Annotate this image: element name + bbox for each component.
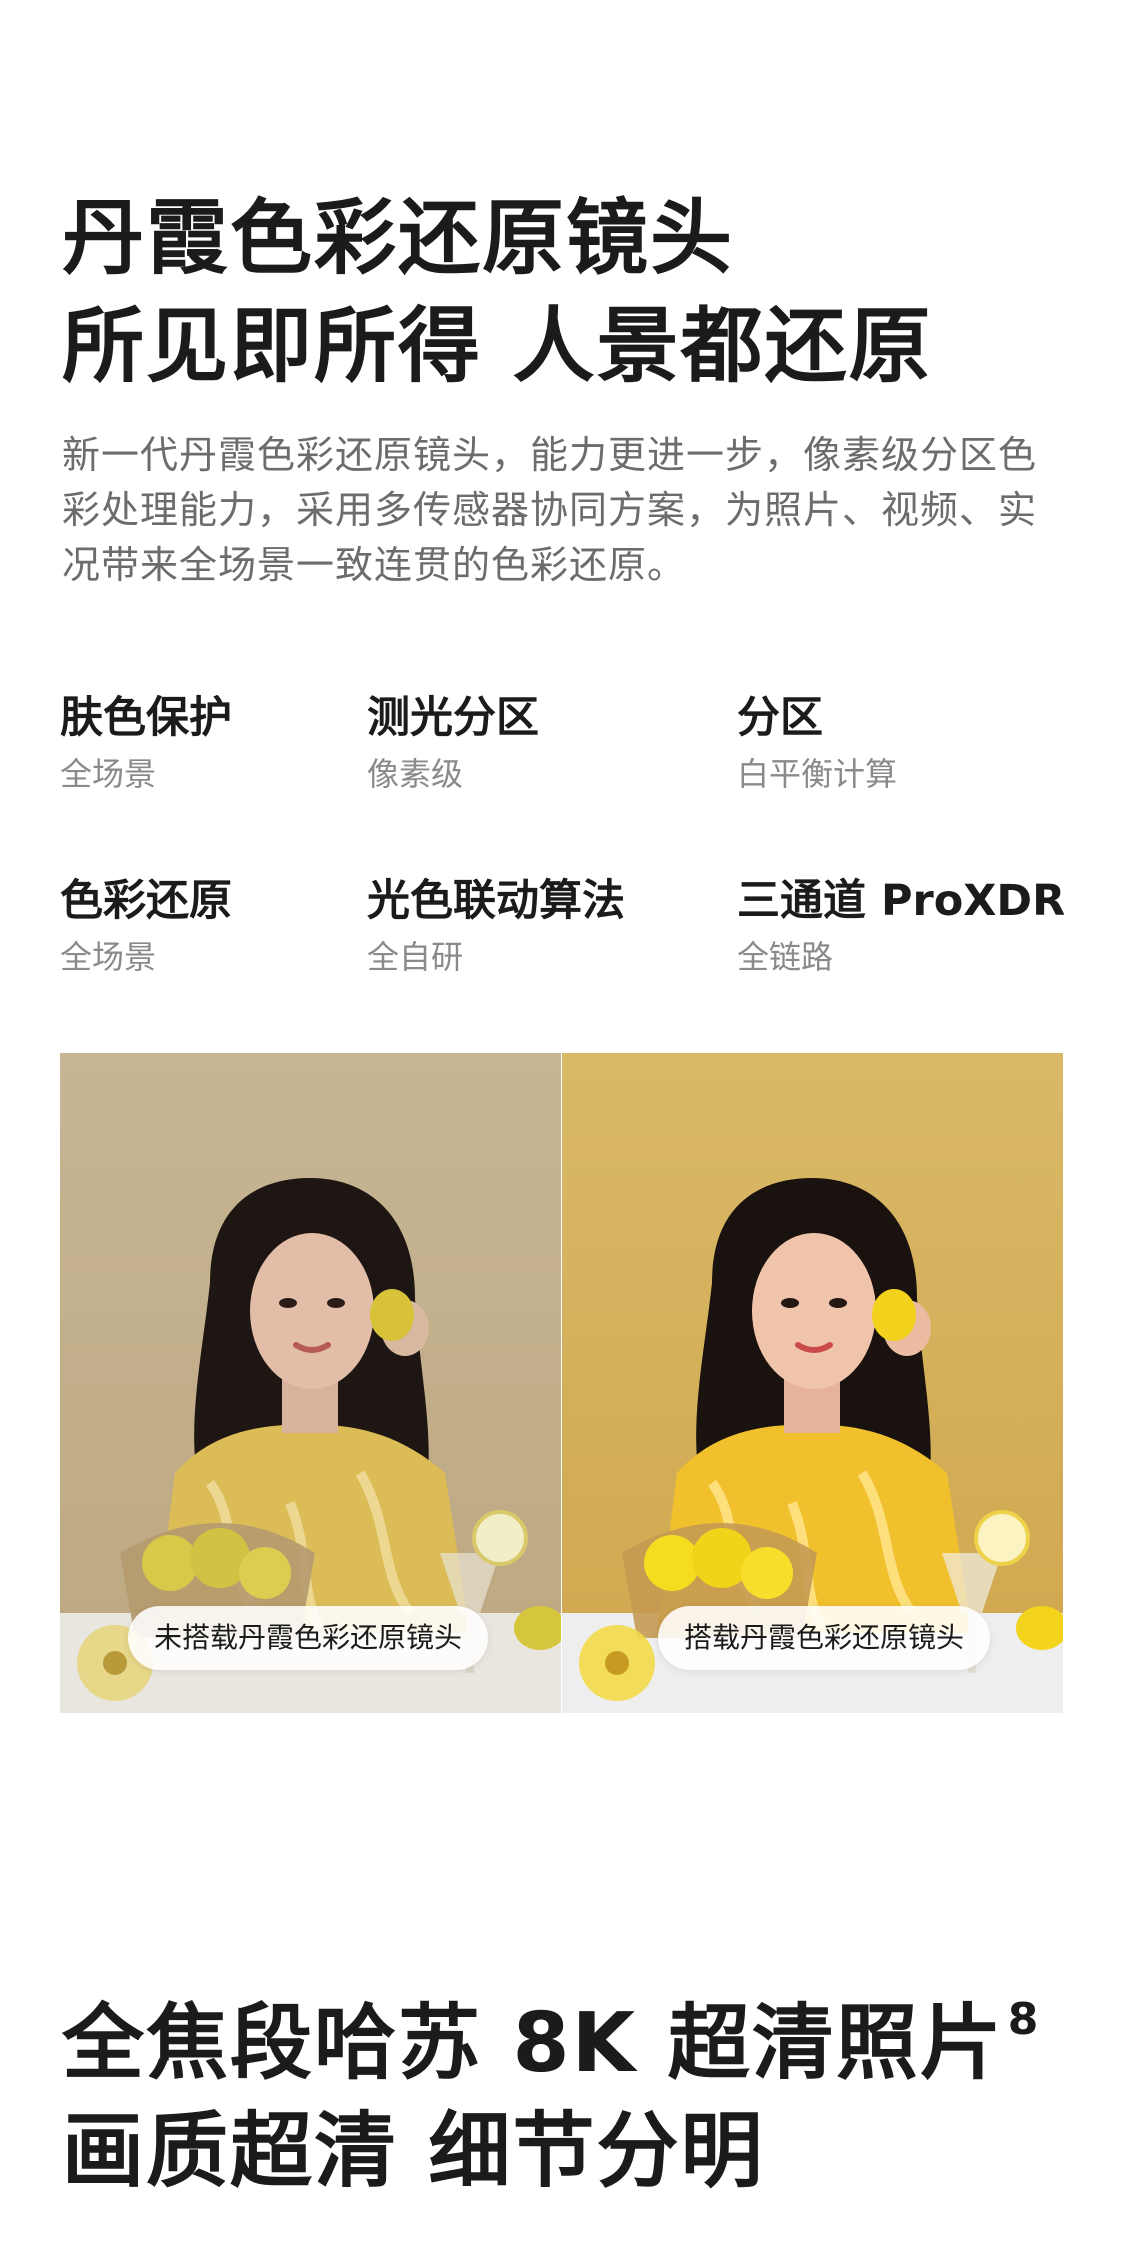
section-title-line1: 全焦段哈苏 8K 超清照片8 [62,1990,1040,2098]
hero-desc-line3: 况带来全场景一致连贯的色彩还原。 [62,543,687,587]
color-comparison-image: 未搭载丹霞色彩还原镜头 搭载丹霞色彩还原镜头 [60,1053,1063,1713]
hero-desc-line2: 彩处理能力，采用多传感器协同方案，为照片、视频、实 [62,488,1038,532]
hero-description: 新一代丹霞色彩还原镜头，能力更进一步，像素级分区色 彩处理能力，采用多传感器协同… [62,428,1072,593]
comparison-label-before: 未搭载丹霞色彩还原镜头 [128,1606,489,1670]
feature-subtitle: 白平衡计算 [737,755,898,793]
feature-item: 三通道 ProXDR 全链路 [737,873,1117,979]
feature-subtitle: 像素级 [367,755,464,793]
feature-title: 分区 [737,693,823,743]
feature-item: 分区 白平衡计算 [737,690,1117,796]
comparison-label-after: 搭载丹霞色彩还原镜头 [658,1606,991,1670]
footnote-marker: 8 [1007,1994,1041,2045]
feature-title: 测光分区 [367,693,539,743]
section-title-8k: 全焦段哈苏 8K 超清照片8 画质超清 细节分明 [62,1990,1040,2206]
hero-title-line1: 丹霞色彩还原镜头 [62,191,735,286]
feature-grid: 肤色保护 全场景 测光分区 像素级 分区 白平衡计算 色彩还原 全场景 光色联动… [60,690,1070,1010]
feature-item: 光色联动算法 全自研 [367,873,747,979]
hero-title: 丹霞色彩还原镜头 所见即所得 人景都还原 [62,185,933,401]
feature-title: 三通道 ProXDR [737,876,1066,926]
feature-item: 测光分区 像素级 [367,690,747,796]
product-page: 丹霞色彩还原镜头 所见即所得 人景都还原 新一代丹霞色彩还原镜头，能力更进一步，… [0,0,1125,2250]
hero-title-line2: 所见即所得 人景都还原 [62,299,933,394]
feature-subtitle: 全自研 [367,938,464,976]
comparison-photo-after: 搭载丹霞色彩还原镜头 [562,1053,1063,1713]
hero-desc-line1: 新一代丹霞色彩还原镜头，能力更进一步，像素级分区色 [62,433,1038,477]
section-title-line2: 画质超清 细节分明 [62,2104,765,2199]
section-title-text: 全焦段哈苏 8K 超清照片 [62,1996,1004,2091]
feature-subtitle: 全链路 [737,938,834,976]
comparison-photo-before: 未搭载丹霞色彩还原镜头 [60,1053,561,1713]
feature-title: 光色联动算法 [367,876,625,926]
